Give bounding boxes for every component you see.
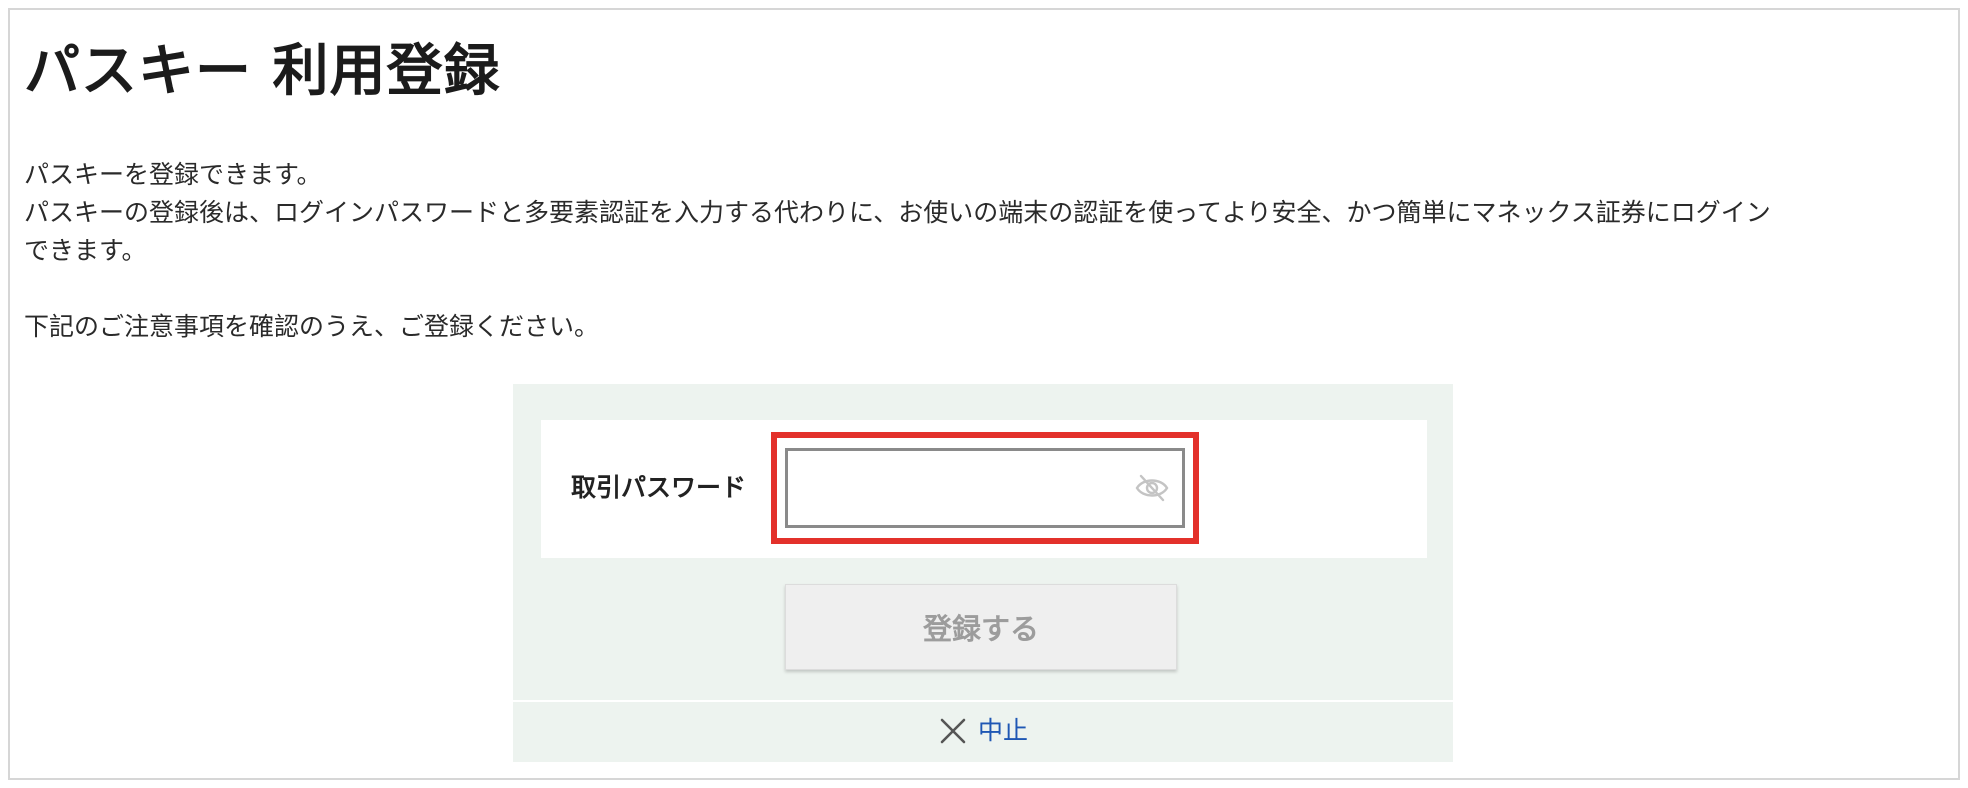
password-field-wrapper	[785, 448, 1185, 528]
description-line-2: パスキーの登録後は、ログインパスワードと多要素認証を入力する代わりに、お使いの端…	[24, 198, 1771, 227]
register-button[interactable]: 登録する	[785, 584, 1177, 670]
description-line-3: できます。	[24, 236, 147, 265]
password-input[interactable]	[788, 451, 1128, 525]
close-icon	[938, 716, 968, 746]
page-title: パスキー 利用登録	[24, 39, 501, 104]
notice-text: 下記のご注意事項を確認のうえ、ご登録ください。	[24, 312, 600, 341]
cancel-label: 中止	[977, 716, 1028, 745]
panel-divider	[513, 700, 1453, 702]
description: パスキーを登録できます。 パスキーの登録後は、ログインパスワードと多要素認証を入…	[24, 156, 1944, 346]
password-label: 取引パスワード	[571, 473, 747, 502]
highlight-box	[771, 432, 1199, 544]
password-form-row: 取引パスワード	[541, 420, 1427, 558]
page-frame: パスキー 利用登録 パスキーを登録できます。 パスキーの登録後は、ログインパスワ…	[8, 8, 1960, 780]
cancel-link[interactable]: 中止	[513, 706, 1453, 756]
description-gap	[24, 270, 1944, 308]
eye-off-icon[interactable]	[1134, 473, 1170, 503]
registration-panel: 取引パスワード 登録する 中止	[513, 384, 1453, 762]
description-line-1: パスキーを登録できます。	[24, 160, 322, 189]
